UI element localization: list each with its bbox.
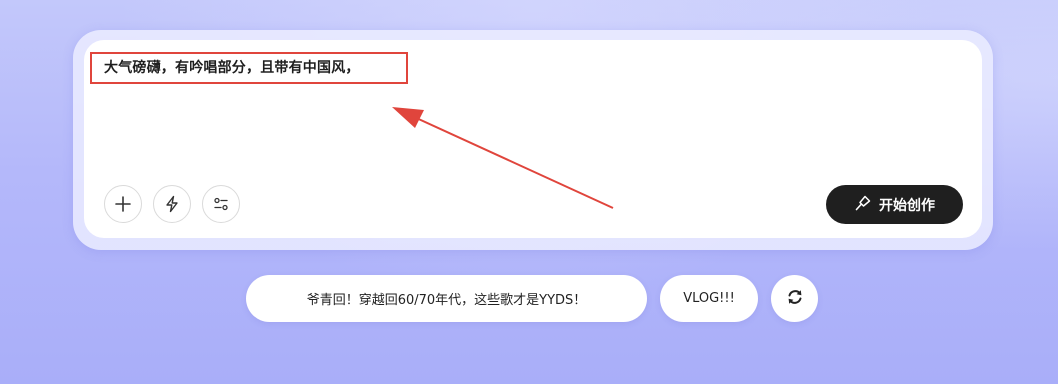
refresh-suggestions-button[interactable] (771, 275, 818, 322)
suggestion-chip[interactable]: 爷青回！穿越回60/70年代，这些歌才是YYDS！ (246, 275, 647, 322)
sliders-icon (212, 195, 230, 213)
add-button[interactable] (104, 185, 142, 223)
start-create-button[interactable]: 开始创作 (826, 185, 963, 224)
lightning-icon (163, 195, 181, 213)
suggestion-chip-label: 爷青回！穿越回60/70年代，这些歌才是YYDS！ (306, 293, 587, 308)
settings-button[interactable] (202, 185, 240, 223)
pen-nib-icon (854, 194, 872, 216)
annotation-highlight-box (90, 52, 408, 84)
inspiration-button[interactable] (153, 185, 191, 223)
plus-icon (114, 195, 132, 213)
refresh-icon (785, 287, 805, 311)
start-create-label: 开始创作 (879, 197, 935, 214)
suggestion-chip-label: VLOG!!! (683, 291, 735, 306)
suggestion-chip-vlog[interactable]: VLOG!!! (660, 275, 758, 322)
